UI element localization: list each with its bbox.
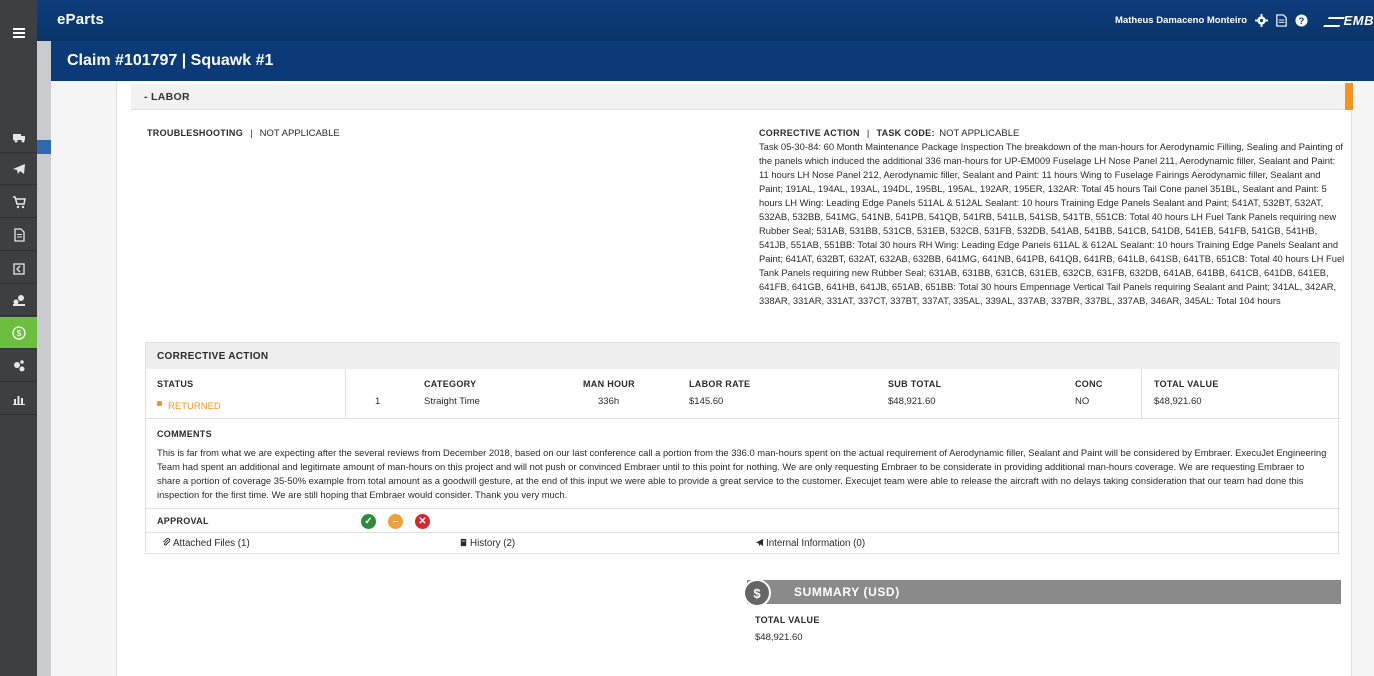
user-name[interactable]: Matheus Damaceno Monteiro bbox=[1115, 15, 1247, 26]
airplane-icon[interactable] bbox=[0, 153, 37, 185]
labor-rate-value: $145.60 bbox=[689, 396, 724, 407]
internal-information-label: Internal Information (0) bbox=[766, 538, 866, 549]
comments-text: This is far from what we are expecting a… bbox=[157, 447, 1327, 500]
corrective-action-title: CORRECTIVE ACTION bbox=[157, 351, 269, 362]
bar-chart-icon[interactable] bbox=[0, 383, 37, 415]
sub-total-value: $48,921.60 bbox=[888, 396, 936, 407]
history-link[interactable]: History (2) bbox=[459, 538, 515, 549]
paperclip-icon bbox=[163, 537, 171, 546]
conc-label: CONC bbox=[1075, 379, 1103, 389]
row-number: 1 bbox=[375, 396, 381, 407]
left-navigation-rail: $ bbox=[0, 0, 37, 676]
approve-check-icon[interactable]: ✓ bbox=[361, 514, 376, 529]
summary-header: SUMMARY (USD) bbox=[747, 580, 1341, 604]
status-badge: RETURNED bbox=[157, 396, 221, 414]
labor-rate-label: LABOR RATE bbox=[689, 379, 751, 389]
labor-section-header[interactable]: - LABOR bbox=[131, 83, 1353, 110]
claim-panel: - LABOR TROUBLESHOOTING | NOT APPLICABLE… bbox=[116, 81, 1353, 676]
corrective-action-label: CORRECTIVE ACTION bbox=[759, 128, 860, 138]
airplane-icon bbox=[755, 538, 764, 547]
summary-total-label: TOTAL VALUE bbox=[755, 615, 820, 625]
app-brand[interactable]: eParts bbox=[57, 11, 104, 28]
svg-text:?: ? bbox=[1298, 15, 1304, 25]
column-divider bbox=[345, 369, 346, 418]
page-title: Claim #101797 | Squawk #1 bbox=[67, 52, 274, 69]
help-icon[interactable]: ? bbox=[1294, 13, 1308, 27]
book-icon bbox=[460, 538, 467, 547]
category-label: CATEGORY bbox=[424, 379, 477, 389]
troubleshooting-label: TROUBLESHOOTING bbox=[147, 128, 243, 138]
corrective-action-header: CORRECTIVE ACTION bbox=[146, 343, 1340, 369]
reject-x-icon[interactable]: ✕ bbox=[415, 514, 430, 529]
title-bar: Claim #101797 | Squawk #1 bbox=[51, 41, 1374, 81]
total-value-label: TOTAL VALUE bbox=[1154, 379, 1219, 389]
sub-total-label: SUB TOTAL bbox=[888, 379, 942, 389]
total-value-value: $48,921.60 bbox=[1154, 396, 1202, 407]
category-value: Straight Time bbox=[424, 396, 480, 407]
document-icon[interactable] bbox=[0, 219, 37, 251]
pipe-divider: | bbox=[247, 128, 256, 139]
troubleshooting-row: TROUBLESHOOTING | NOT APPLICABLE bbox=[147, 123, 340, 141]
row-divider bbox=[146, 508, 1340, 509]
approval-label: APPROVAL bbox=[157, 516, 209, 526]
main-content: - LABOR TROUBLESHOOTING | NOT APPLICABLE… bbox=[51, 81, 1374, 676]
partial-minus-icon[interactable]: – bbox=[388, 514, 403, 529]
labor-accent-bar bbox=[1345, 83, 1353, 110]
pipe-divider: | bbox=[864, 128, 872, 139]
man-hour-label: MAN HOUR bbox=[583, 379, 635, 389]
svg-text:$: $ bbox=[16, 329, 21, 338]
summary-total-value: $48,921.60 bbox=[755, 632, 803, 643]
gear-icon[interactable] bbox=[1254, 13, 1268, 27]
cart-icon[interactable] bbox=[0, 186, 37, 218]
settings-cogs-icon[interactable] bbox=[0, 350, 37, 382]
troubleshooting-value: NOT APPLICABLE bbox=[259, 128, 340, 139]
internal-information-link[interactable]: Internal Information (0) bbox=[755, 538, 865, 549]
status-dot-icon bbox=[157, 401, 162, 407]
man-hour-value: 336h bbox=[598, 396, 620, 407]
dollar-badge-icon: $ bbox=[743, 579, 771, 607]
status-label: STATUS bbox=[157, 379, 194, 389]
company-logo: EMB bbox=[1322, 13, 1374, 28]
truck-icon[interactable] bbox=[0, 121, 37, 153]
task-code-label: TASK CODE: bbox=[876, 128, 935, 138]
history-label: History (2) bbox=[470, 538, 516, 549]
column-divider bbox=[1141, 369, 1142, 418]
comments-label: COMMENTS bbox=[157, 429, 212, 439]
hamburger-menu-icon[interactable] bbox=[0, 20, 37, 46]
top-header: eParts Matheus Damaceno Monteiro ? EMB bbox=[37, 0, 1374, 41]
manual-document-icon[interactable] bbox=[1274, 13, 1288, 27]
labor-collapse-toggle[interactable]: - LABOR bbox=[144, 91, 190, 103]
cogs-hand-icon[interactable] bbox=[0, 284, 37, 316]
row-divider bbox=[146, 418, 1340, 419]
summary-title: SUMMARY (USD) bbox=[794, 585, 900, 599]
task-code-value: NOT APPLICABLE bbox=[939, 128, 1020, 139]
corrective-action-row: CORRECTIVE ACTION | TASK CODE: NOT APPLI… bbox=[759, 123, 1019, 141]
status-value: RETURNED bbox=[168, 401, 221, 412]
dollar-icon[interactable]: $ bbox=[0, 317, 37, 349]
attached-files-link[interactable]: Attached Files (1) bbox=[162, 537, 250, 549]
secondary-sidebar-edge bbox=[37, 0, 51, 676]
return-box-icon[interactable] bbox=[0, 252, 37, 284]
corrective-action-description: Task 05-30-84: 60 Month Maintenance Pack… bbox=[759, 141, 1345, 306]
row-divider bbox=[146, 532, 1340, 533]
attached-files-label: Attached Files (1) bbox=[173, 538, 250, 549]
conc-value: NO bbox=[1075, 396, 1090, 407]
logo-text: EMB bbox=[1343, 13, 1374, 28]
corrective-action-table: CORRECTIVE ACTION STATUS RETURNED 1 CATE… bbox=[145, 342, 1340, 554]
